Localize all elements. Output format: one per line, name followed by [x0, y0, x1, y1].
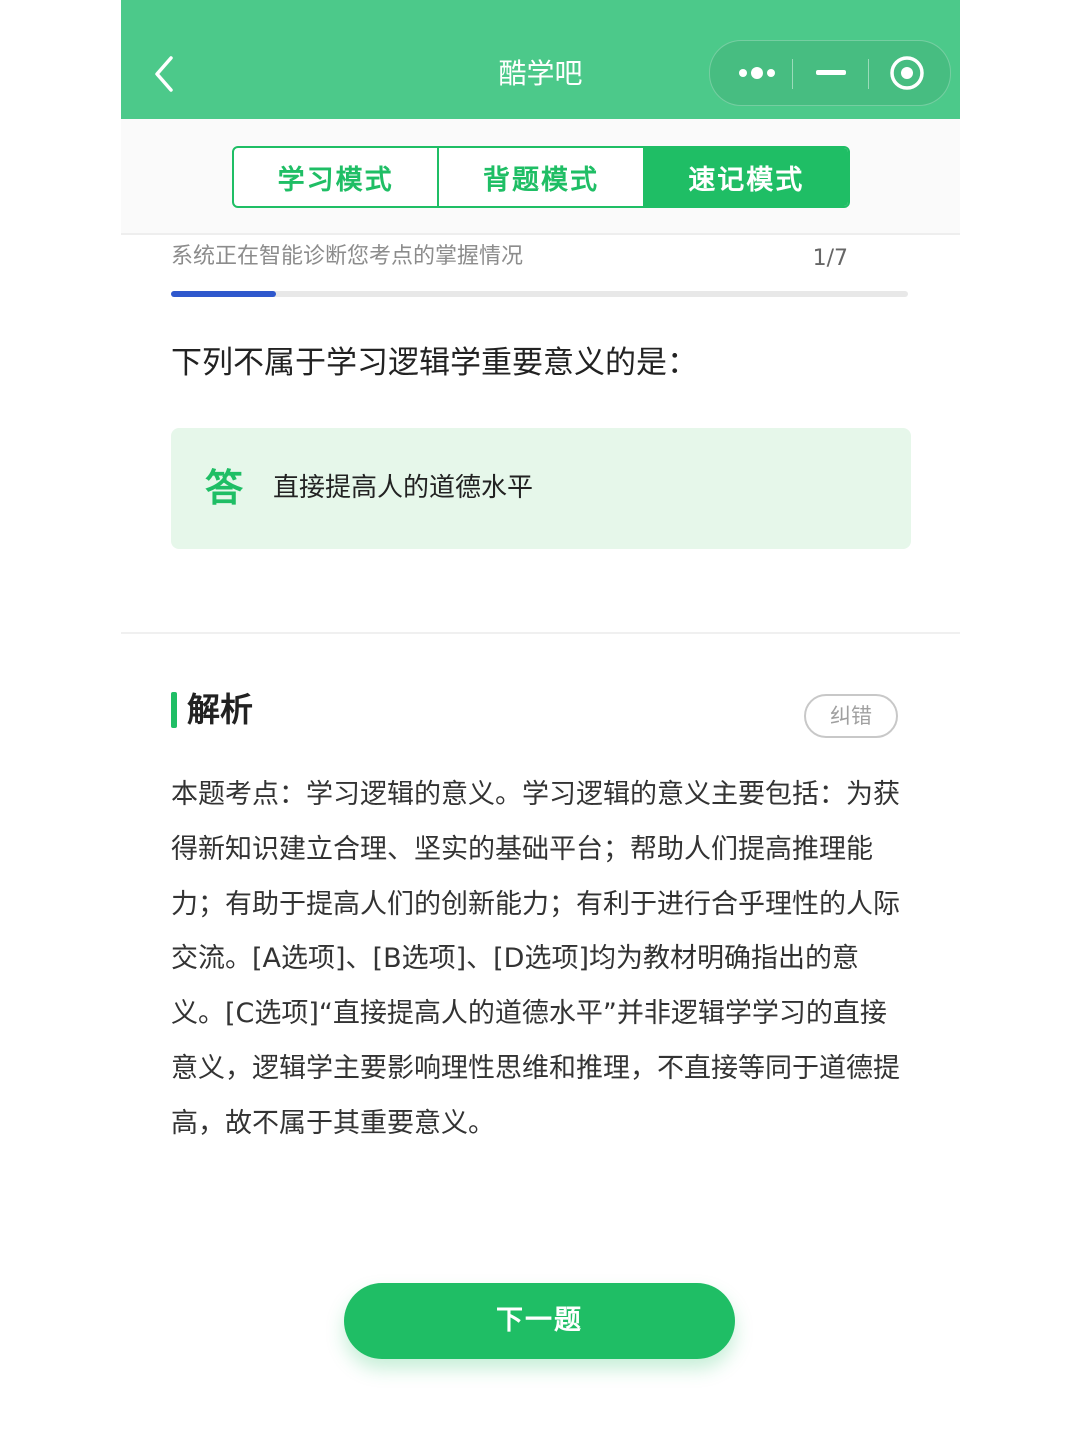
tab-quick-memo-mode[interactable]: 速记模式	[642, 148, 848, 206]
tab-recite-mode[interactable]: 背题模式	[437, 148, 642, 206]
answer-label: 答	[205, 466, 244, 510]
analysis-body: 本题考点：学习逻辑的意义。学习逻辑的意义主要包括：为获得新知识建立合理、坚实的基…	[171, 779, 900, 1139]
answer-text: 直接提高人的道德水平	[273, 473, 534, 503]
tab-study-mode[interactable]: 学习模式	[234, 148, 437, 206]
question-text: 下列不属于学习逻辑学重要意义的是：	[171, 345, 698, 381]
mode-tabs-bar: 学习模式 背题模式 速记模式	[121, 119, 960, 235]
close-target-icon[interactable]	[868, 41, 946, 105]
diagnosis-status: 系统正在智能诊断您考点的掌握情况	[171, 244, 524, 269]
analysis-accent-bar	[171, 692, 177, 728]
nav-header: 酷学吧	[121, 0, 960, 119]
minimize-icon[interactable]	[792, 41, 870, 105]
section-divider	[121, 632, 960, 634]
mini-program-capsule	[709, 40, 951, 106]
report-error-button[interactable]: 纠错	[804, 694, 898, 738]
next-question-button[interactable]: 下一题	[344, 1283, 735, 1359]
mode-tabs: 学习模式 背题模式 速记模式	[232, 146, 850, 208]
progress-bar	[171, 291, 908, 297]
answer-card: 答 直接提高人的道德水平	[171, 428, 911, 549]
progress-bar-fill	[171, 291, 277, 297]
app-screen: 酷学吧 学习模式 背题模式 速记模式 系统正在智能诊断您考点的掌握情况 1/7 …	[121, 0, 960, 1440]
analysis-title: 解析	[187, 690, 253, 729]
question-counter: 1/7	[812, 246, 848, 271]
more-icon[interactable]	[718, 41, 796, 105]
